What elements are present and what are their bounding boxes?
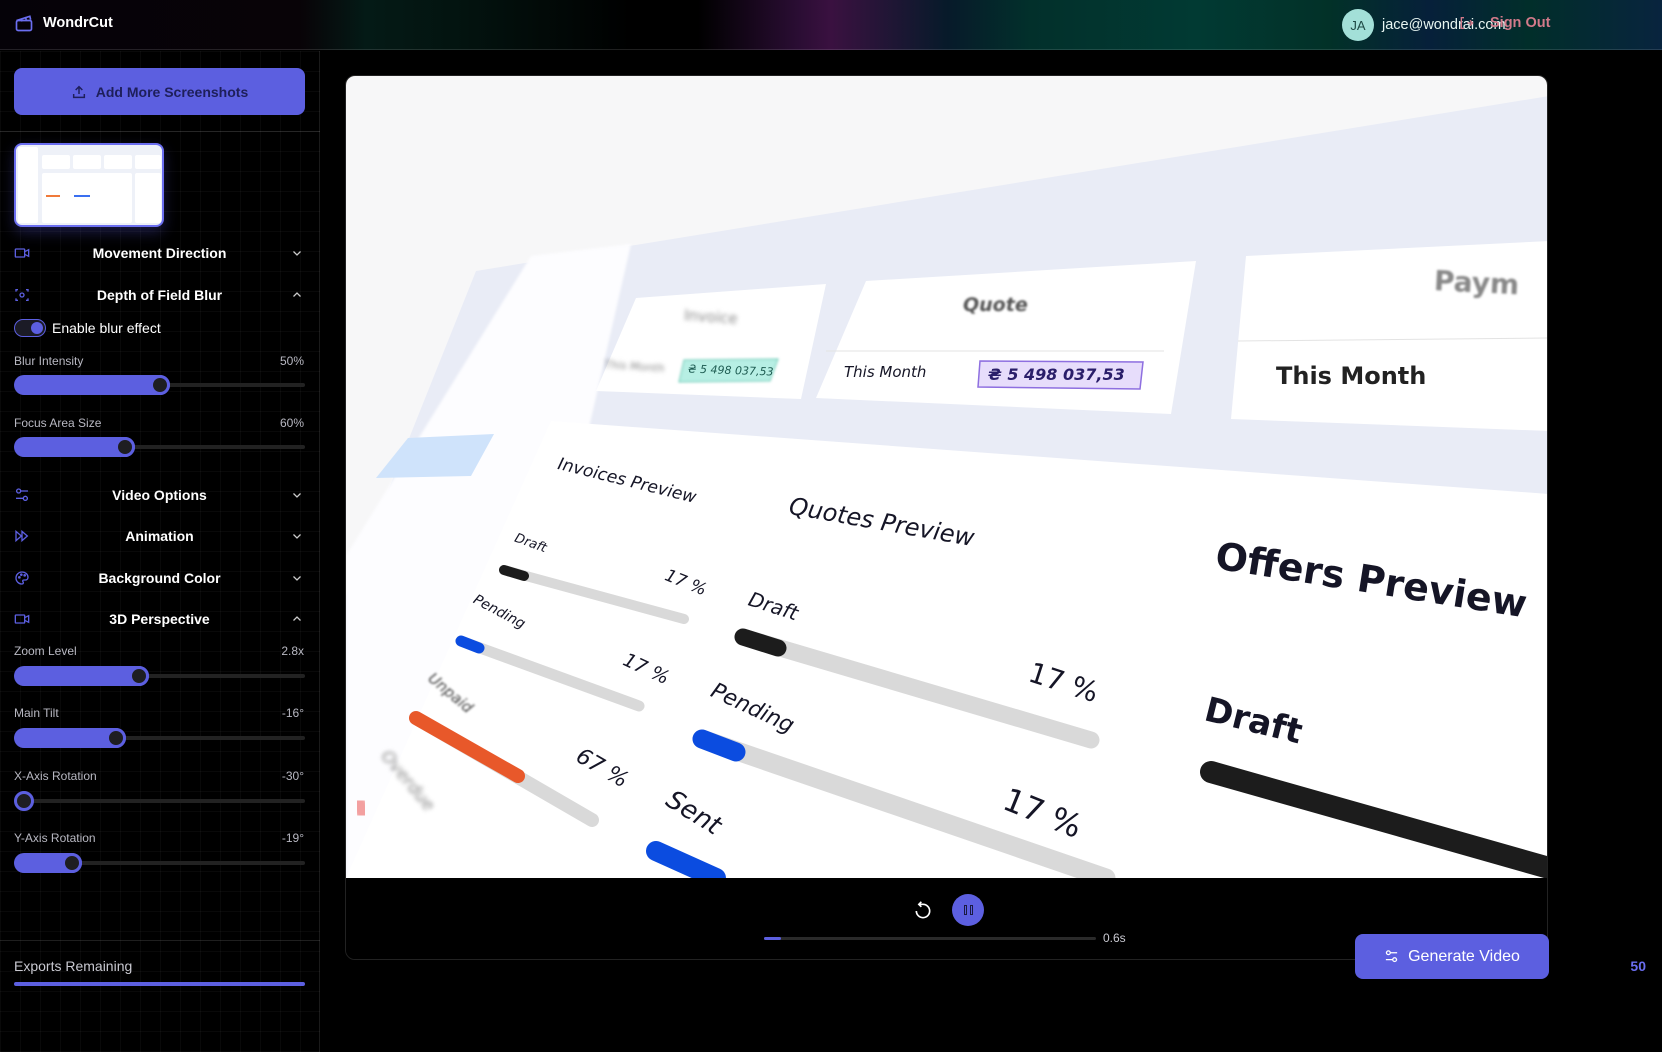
exports-remaining-value: 50 bbox=[1630, 958, 1646, 974]
slider-handle[interactable] bbox=[114, 437, 135, 457]
section-title: Movement Direction bbox=[92, 245, 227, 261]
slider-handle[interactable] bbox=[14, 791, 34, 811]
card-payment-title: Paym bbox=[1433, 263, 1521, 302]
zoom-level-value: 2.8x bbox=[281, 644, 304, 658]
top-bar: WondrCut JA jace@wondrai.com Sign Out bbox=[0, 0, 1662, 50]
focus-area-label: Focus Area Size bbox=[14, 416, 102, 430]
sign-out-button[interactable]: Sign Out bbox=[1458, 15, 1550, 31]
section-3d-perspective[interactable]: 3D Perspective bbox=[14, 607, 305, 631]
add-screenshots-label: Add More Screenshots bbox=[95, 83, 249, 100]
sidebar: Add More Screenshots Movement Direction … bbox=[0, 51, 320, 1052]
focus-area-value: 60% bbox=[279, 416, 304, 430]
x-rotation-value: -30° bbox=[281, 769, 304, 783]
bar-fill bbox=[734, 628, 787, 657]
bar-fill bbox=[692, 729, 746, 762]
main-tilt-slider[interactable] bbox=[14, 728, 305, 748]
generate-video-button[interactable]: Generate Video bbox=[1355, 934, 1549, 979]
pause-button[interactable] bbox=[952, 894, 984, 926]
bar-fill bbox=[499, 565, 529, 581]
y-rotation-label: Y-Axis Rotation bbox=[14, 831, 96, 845]
app-name: WondrCut bbox=[43, 15, 113, 31]
card-quote-title: Quote bbox=[963, 294, 1028, 316]
y-rotation-slider[interactable] bbox=[14, 853, 305, 873]
playback-time: 0.6s bbox=[1103, 931, 1126, 945]
log-out-icon bbox=[1460, 17, 1474, 29]
app-logo[interactable]: WondrCut bbox=[14, 13, 113, 33]
section-video-options[interactable]: Video Options bbox=[14, 483, 305, 507]
avatar: JA bbox=[1342, 9, 1374, 41]
blur-intensity-label: Blur Intensity bbox=[14, 354, 84, 368]
add-screenshots-button[interactable]: Add More Screenshots bbox=[14, 68, 305, 115]
blur-toggle[interactable] bbox=[14, 319, 46, 337]
divider bbox=[0, 940, 320, 941]
slider-handle[interactable] bbox=[149, 375, 170, 395]
zoom-level-slider[interactable] bbox=[14, 666, 305, 686]
video-preview: Invoice This Month ₴ 5 498 037,53 Quote … bbox=[345, 75, 1548, 960]
chevron-up-icon bbox=[293, 616, 301, 621]
section-title: Animation bbox=[125, 528, 194, 544]
card-quote bbox=[816, 261, 1196, 414]
section-title: 3D Perspective bbox=[109, 611, 210, 627]
x-rotation-slider[interactable] bbox=[14, 791, 305, 811]
sliders-icon bbox=[1385, 950, 1398, 963]
slider-handle[interactable] bbox=[105, 728, 126, 748]
card-payment-period: This Month bbox=[1276, 362, 1427, 390]
bar-fill bbox=[455, 635, 485, 654]
clapperboard-icon bbox=[15, 15, 33, 32]
chevron-down-icon bbox=[293, 576, 301, 581]
chevron-up-icon bbox=[293, 292, 301, 297]
blur-intensity-value: 50% bbox=[279, 354, 304, 368]
playback-progress-fill bbox=[764, 937, 781, 940]
main-tilt-value: -16° bbox=[281, 706, 304, 720]
slider-handle[interactable] bbox=[62, 853, 83, 873]
replay-button[interactable] bbox=[913, 901, 933, 921]
section-movement-direction[interactable]: Movement Direction bbox=[14, 241, 305, 265]
bar-fill bbox=[351, 795, 371, 821]
blur-toggle-label: Enable blur effect bbox=[52, 320, 161, 336]
card-quote-period: This Month bbox=[844, 363, 927, 381]
section-background-color[interactable]: Background Color bbox=[14, 566, 305, 590]
blur-intensity-slider[interactable] bbox=[14, 375, 305, 395]
screenshot-thumbnail[interactable] bbox=[14, 143, 164, 227]
upload-icon bbox=[72, 85, 85, 98]
section-animation[interactable]: Animation bbox=[14, 524, 305, 548]
perspective-scene bbox=[346, 96, 1547, 878]
chevron-down-icon bbox=[293, 251, 301, 256]
section-title: Video Options bbox=[112, 487, 207, 503]
focus-area-slider[interactable] bbox=[14, 437, 305, 457]
y-rotation-value: -19° bbox=[281, 831, 304, 845]
section-depth-of-field-blur[interactable]: Depth of Field Blur bbox=[14, 283, 305, 307]
divider bbox=[0, 131, 320, 132]
chevron-down-icon bbox=[293, 534, 301, 539]
pause-icon bbox=[969, 905, 973, 915]
exports-remaining-label: Exports Remaining bbox=[14, 958, 133, 974]
section-title: Background Color bbox=[98, 570, 221, 586]
exports-remaining-bar bbox=[14, 982, 305, 986]
chevron-down-icon bbox=[293, 493, 301, 498]
x-rotation-label: X-Axis Rotation bbox=[14, 769, 97, 783]
pause-icon bbox=[963, 905, 967, 915]
zoom-level-label: Zoom Level bbox=[14, 644, 77, 658]
slider-handle[interactable] bbox=[129, 666, 150, 686]
main-tilt-label: Main Tilt bbox=[14, 706, 59, 720]
preview-canvas: Invoice This Month ₴ 5 498 037,53 Quote … bbox=[346, 76, 1547, 878]
playback-progress[interactable] bbox=[764, 937, 1096, 940]
sign-out-label: Sign Out bbox=[1490, 15, 1551, 31]
card-invoice-title: Invoice bbox=[683, 306, 739, 328]
section-title: Depth of Field Blur bbox=[96, 287, 223, 303]
generate-video-label: Generate Video bbox=[1408, 947, 1520, 965]
card-quote-amount: ₴ 5 498 037,53 bbox=[988, 365, 1125, 384]
